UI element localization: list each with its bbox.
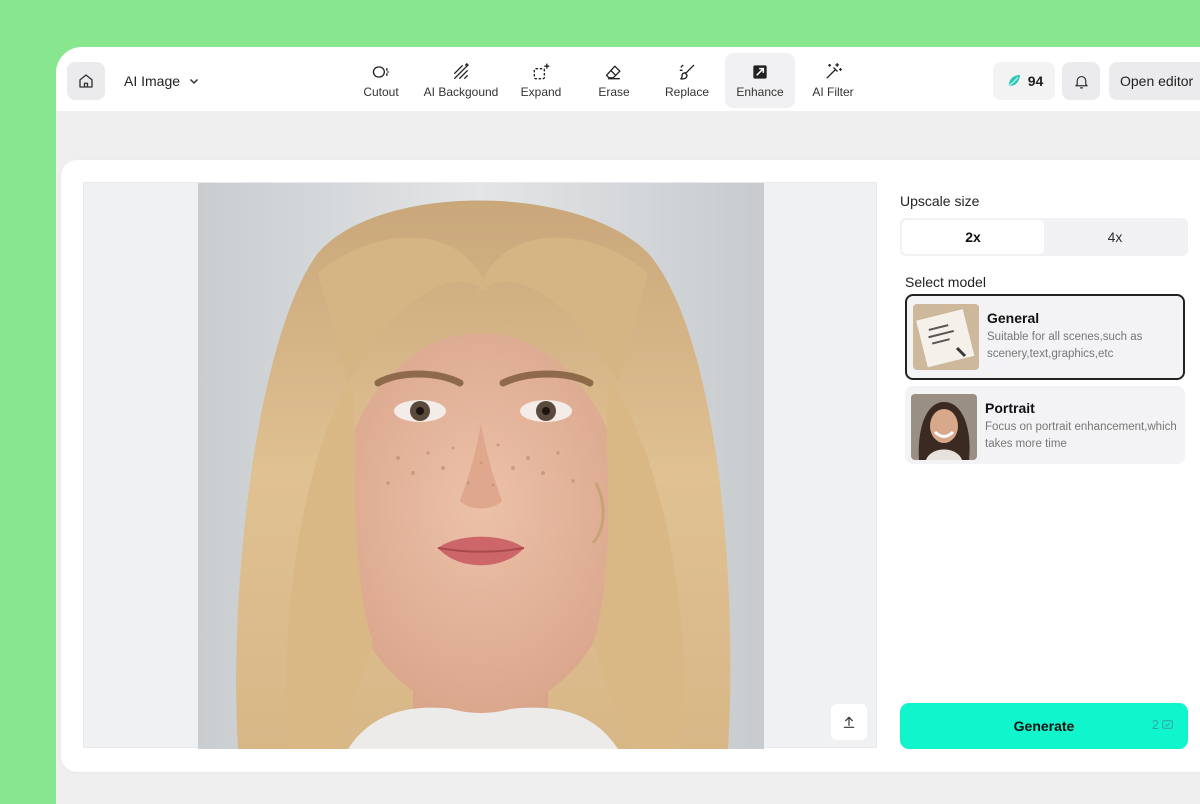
app-menu-dropdown[interactable]: AI Image [124, 62, 200, 100]
generate-label: Generate [1013, 718, 1075, 734]
notifications-button[interactable] [1062, 62, 1100, 100]
tool-label: AI Backgound [423, 85, 499, 99]
portrait-model-thumbnail [911, 394, 977, 460]
brush-icon [679, 64, 695, 80]
upscale-size-label: Upscale size [900, 193, 980, 209]
model-general-card[interactable]: General Suitable for all scenes,such as … [905, 294, 1185, 380]
eraser-icon [605, 65, 621, 80]
tool-label: Enhance [736, 85, 784, 99]
credit-icon [1162, 720, 1173, 729]
tool-label: Cutout [363, 85, 399, 99]
open-editor-button[interactable]: Open editor [1109, 62, 1200, 100]
tool-label: Replace [664, 85, 710, 99]
uploaded-photo [198, 183, 764, 749]
generate-cost: 2 [1152, 717, 1174, 732]
ai-background-icon [453, 63, 469, 80]
tool-ai-filter[interactable]: AI Filter [798, 53, 868, 108]
enhance-settings-sidebar: Upscale size 2x 4x Select model General … [900, 160, 1200, 772]
enhance-icon [753, 65, 767, 79]
tool-replace[interactable]: Replace [652, 53, 722, 108]
model-general-description: Suitable for all scenes,such as scenery,… [987, 331, 1143, 360]
tool-tabs: Cutout AI Backgound Expand Erase Replace… [346, 53, 871, 108]
credits-badge[interactable]: 94 [993, 62, 1055, 100]
upload-icon [843, 716, 855, 728]
upscale-size-toggle: 2x 4x [900, 218, 1188, 256]
credits-count: 94 [1027, 73, 1044, 89]
tool-erase[interactable]: Erase [579, 53, 649, 108]
model-portrait-description: Focus on portrait enhancement,which take… [985, 421, 1177, 450]
workspace-panel: Upscale size 2x 4x Select model General … [61, 160, 1200, 772]
gem-icon [1008, 75, 1020, 87]
top-toolbar: AI Image Cutout AI Backgound Expand Eras… [56, 47, 1200, 111]
tool-ai-background[interactable]: AI Backgound [419, 53, 503, 108]
tool-enhance[interactable]: Enhance [725, 53, 795, 108]
tool-label: AI Filter [812, 85, 854, 99]
app-menu-label: AI Image [124, 73, 181, 89]
generate-cost-value: 2 [1151, 717, 1159, 732]
tool-expand[interactable]: Expand [506, 53, 576, 108]
image-canvas [83, 182, 877, 749]
app-window: AI Image Cutout AI Backgound Expand Eras… [56, 47, 1200, 804]
home-button[interactable] [67, 62, 105, 100]
generate-button[interactable]: Generate 2 [900, 703, 1188, 749]
model-portrait-name: Portrait [985, 400, 1035, 416]
model-general-name: General [987, 310, 1040, 326]
model-portrait-card[interactable]: Portrait Focus on portrait enhancement,w… [905, 386, 1185, 464]
upscale-2x-option[interactable]: 2x [902, 220, 1044, 254]
expand-icon [533, 63, 550, 80]
general-model-thumbnail [913, 304, 979, 370]
cutout-icon [372, 66, 390, 78]
upload-button[interactable] [831, 704, 867, 740]
chevron-down-icon [190, 78, 199, 85]
magic-wand-icon [826, 63, 842, 79]
tool-cutout[interactable]: Cutout [346, 53, 416, 108]
home-icon [79, 74, 93, 88]
upscale-4x-option[interactable]: 4x [1044, 220, 1186, 254]
tool-label: Expand [520, 85, 562, 99]
select-model-label: Select model [905, 274, 986, 290]
tool-label: Erase [598, 85, 630, 99]
bell-icon [1074, 75, 1088, 88]
